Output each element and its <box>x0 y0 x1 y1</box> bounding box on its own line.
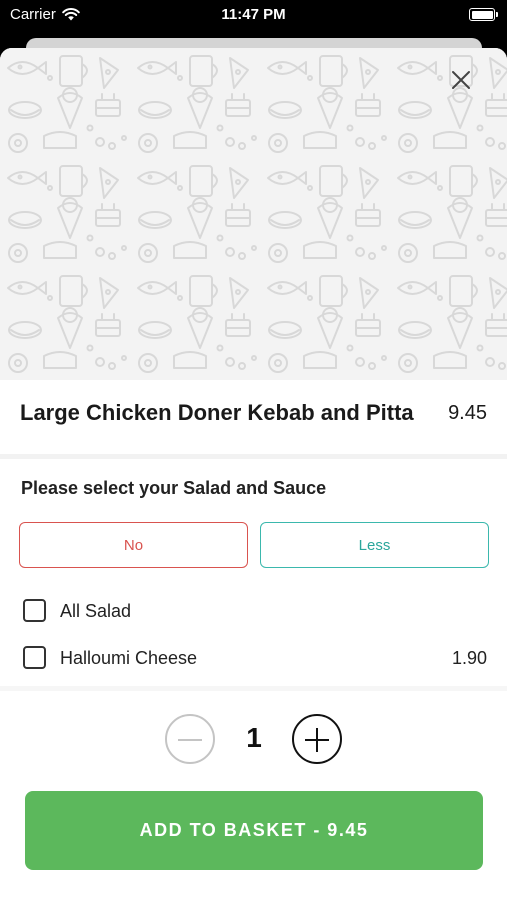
item-header: Large Chicken Doner Kebab and Pitta 9.45 <box>0 380 507 454</box>
add-to-basket-button[interactable]: ADD TO BASKET - 9.45 <box>25 791 483 870</box>
extra-row-all-salad[interactable]: All Salad <box>0 593 507 629</box>
salad-sauce-heading: Please select your Salad and Sauce <box>21 478 327 498</box>
option-less-button[interactable]: Less <box>260 522 489 568</box>
close-icon[interactable] <box>449 68 473 92</box>
section-divider <box>0 454 507 459</box>
battery-icon <box>469 8 498 21</box>
halloumi-checkbox[interactable] <box>23 646 46 669</box>
quantity-value: 1 <box>246 722 262 753</box>
footer-divider <box>0 686 507 691</box>
status-bar: Carrier 11:47 PM <box>0 0 507 30</box>
minus-icon <box>178 739 202 741</box>
option-no-button[interactable]: No <box>19 522 248 568</box>
all-salad-checkbox[interactable] <box>23 599 46 622</box>
extra-row-halloumi[interactable]: Halloumi Cheese 1.90 <box>0 640 507 676</box>
status-time: 11:47 PM <box>221 6 286 23</box>
item-price: 9.45 <box>448 402 487 424</box>
item-title: Large Chicken Doner Kebab and Pitta <box>20 400 414 425</box>
decrease-quantity-button[interactable] <box>165 714 215 764</box>
item-detail-sheet: Large Chicken Doner Kebab and Pitta 9.45… <box>0 48 507 900</box>
extra-label: Halloumi Cheese <box>60 648 198 668</box>
extra-label: All Salad <box>60 601 132 621</box>
food-pattern-background <box>0 48 507 380</box>
increase-quantity-button[interactable] <box>292 714 342 764</box>
extra-price: 1.90 <box>451 648 487 668</box>
